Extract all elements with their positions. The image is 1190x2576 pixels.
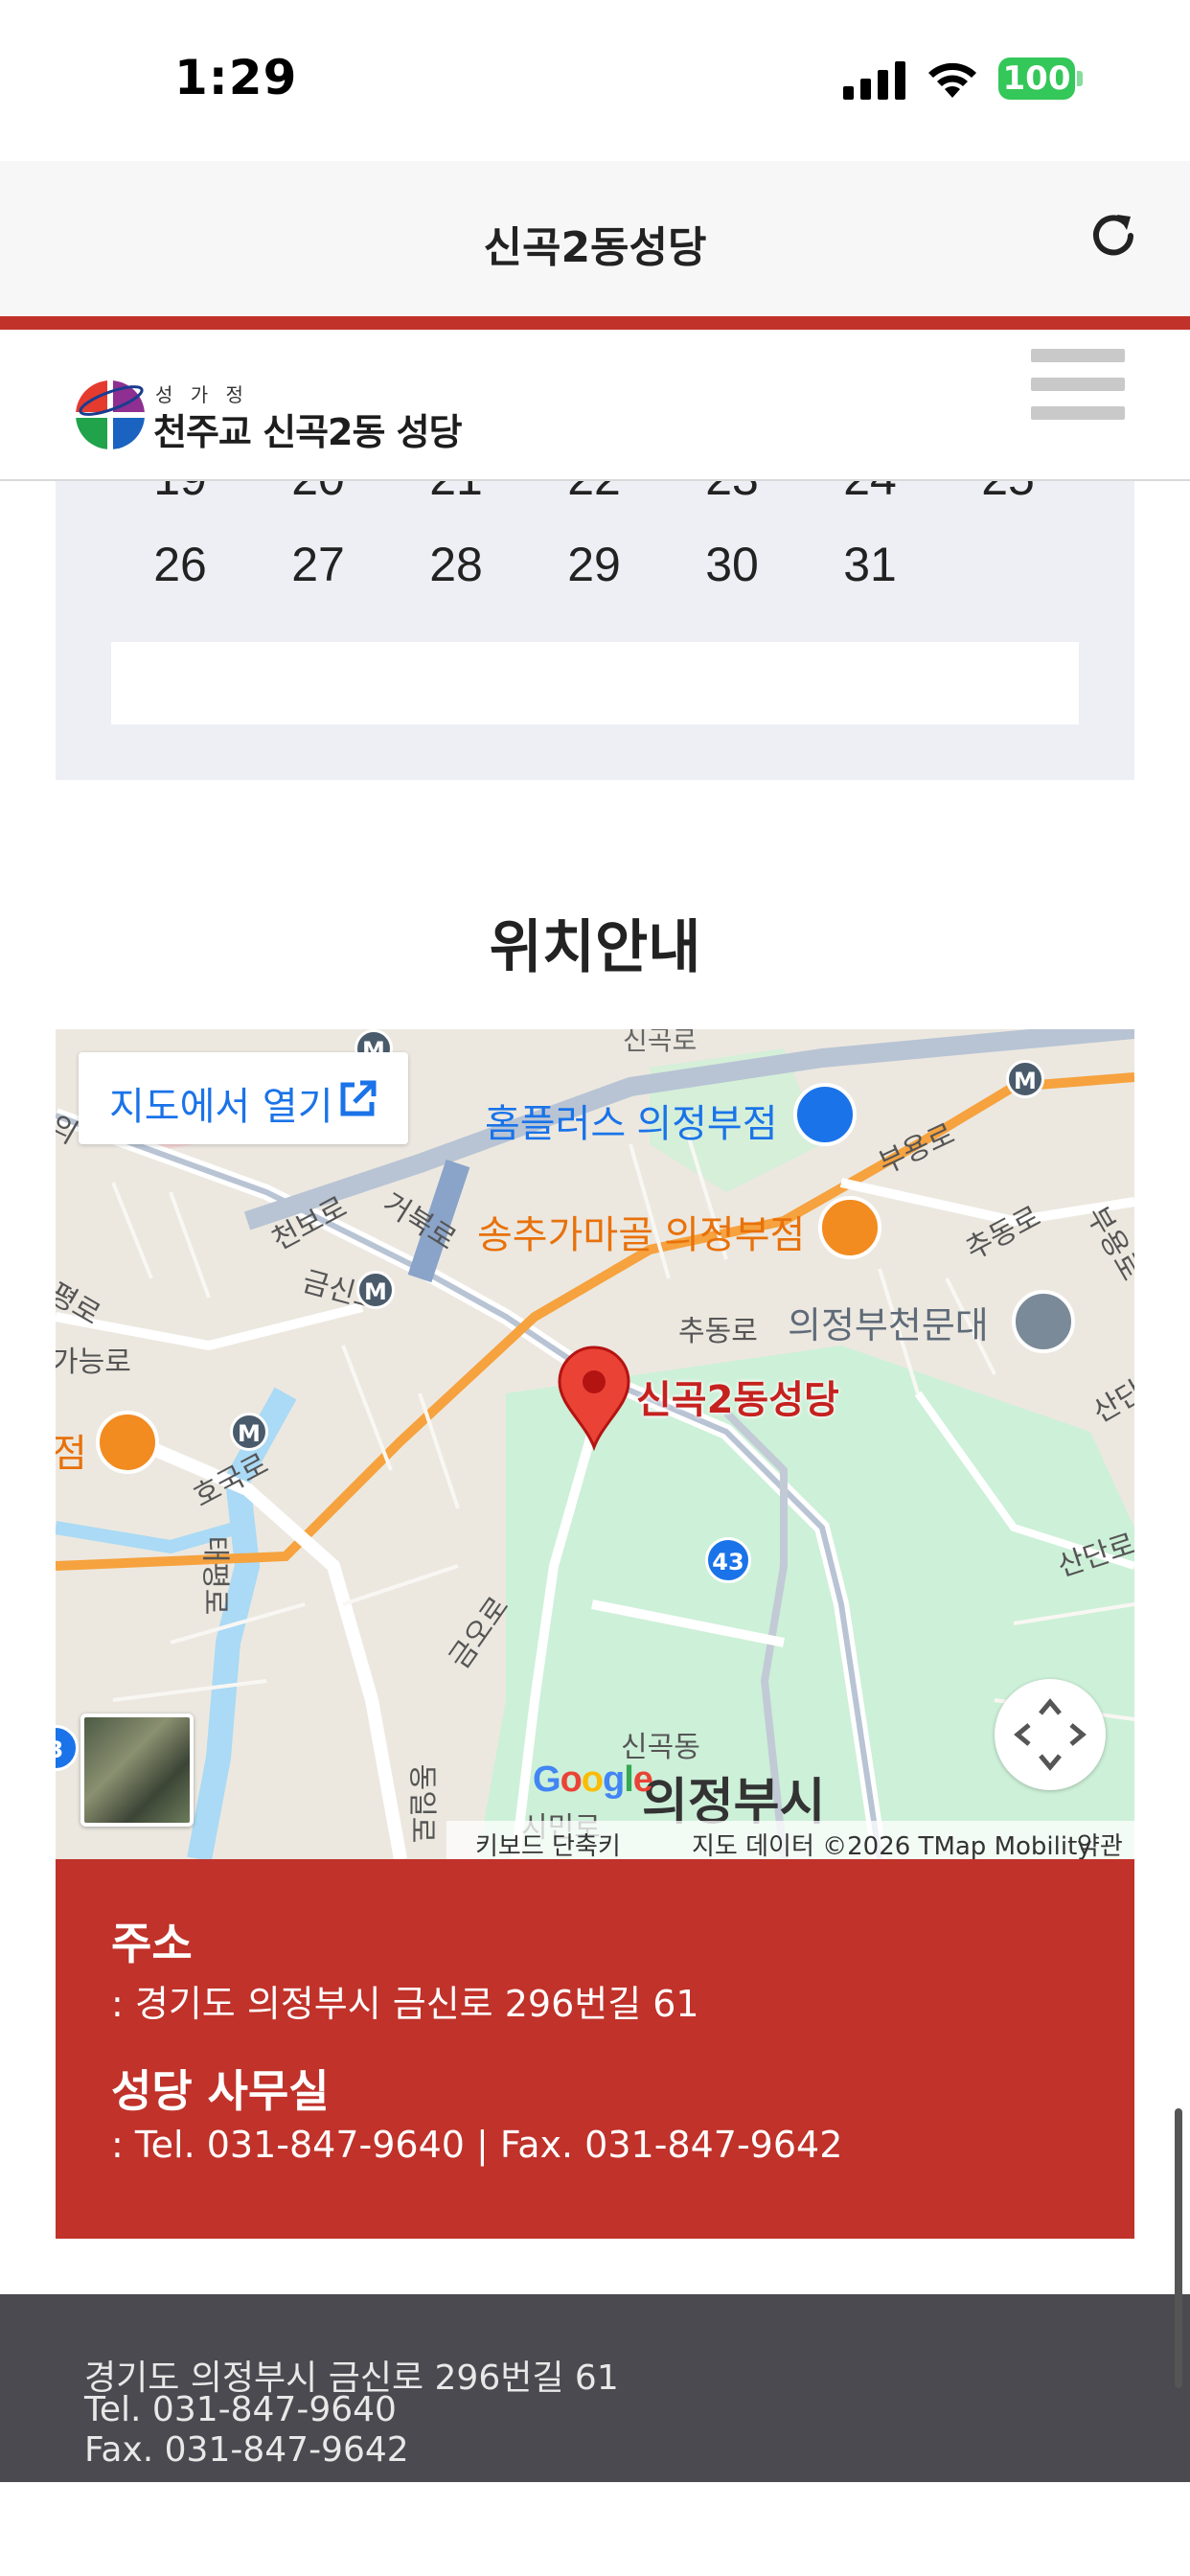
calendar-day[interactable]: 19 [142, 481, 218, 506]
pan-control-icon[interactable] [995, 1679, 1106, 1790]
calendar-day[interactable]: 26 [142, 537, 218, 592]
google-logo: Google [533, 1760, 653, 1800]
poi-label-cheonmundae[interactable]: 의정부천문대 [788, 1296, 989, 1348]
pan-arrows-icon [1014, 1698, 1087, 1771]
calendar-day[interactable]: 30 [694, 537, 770, 592]
reload-icon[interactable] [1087, 209, 1140, 263]
restaurant-icon[interactable] [96, 1411, 159, 1474]
open-map-button[interactable]: 지도에서 열기 [79, 1052, 408, 1144]
keyboard-shortcuts-link[interactable]: 키보드 단축키 [475, 1827, 621, 1859]
section-title: 위치안내 [489, 914, 701, 981]
status-time: 1:29 [174, 50, 298, 105]
site-footer: 경기도 의정부시 금신로 296번길 61 Tel. 031-847-9640 … [0, 2294, 1190, 2482]
street-label: 신곡로 [623, 1029, 698, 1055]
street-label: 태평로 [198, 1535, 231, 1616]
calendar-day[interactable]: 27 [280, 537, 356, 592]
browser-title-bar: 신곡2동성당 [0, 161, 1190, 316]
street-label: 추동로 [678, 1316, 758, 1347]
address-text: : 경기도 의정부시 금신로 296번길 61 [111, 1983, 699, 2025]
header-accent-rule [0, 316, 1190, 330]
calendar: 19 20 21 22 23 24 25 26 27 28 29 30 31 [56, 481, 1134, 780]
restaurant-icon[interactable] [818, 1196, 881, 1259]
terms-link[interactable]: 약관 [1077, 1827, 1123, 1859]
observatory-icon[interactable] [1012, 1290, 1075, 1353]
calendar-row: 26 27 28 29 30 31 [56, 537, 1134, 594]
calendar-row-partial: 19 20 21 22 23 24 25 [56, 481, 1134, 508]
street-label: 동일로 [405, 1763, 438, 1844]
open-map-label: 지도에서 열기 [109, 1085, 333, 1129]
footer-fax: Fax. 031-847-9642 [84, 2430, 409, 2470]
logo-name[interactable]: 천주교 신곡2동 성당 [153, 402, 463, 455]
street-label: 가능로 [56, 1346, 131, 1378]
office-contact-text: : Tel. 031-847-9640 | Fax. 031-847-9642 [111, 2124, 843, 2166]
metro-icon: M [230, 1413, 268, 1451]
calendar-day[interactable]: 20 [280, 481, 356, 506]
page-title: 신곡2동성당 [483, 223, 707, 272]
logo-icon[interactable] [73, 378, 148, 452]
calendar-day[interactable]: 25 [970, 481, 1046, 506]
status-bar: 1:29 100 [0, 0, 1190, 161]
map-data-credit: 지도 데이터 ©2026 TMap Mobility [692, 1832, 1092, 1859]
footer-tel: Tel. 031-847-9640 [84, 2390, 397, 2429]
map-pin-icon[interactable] [556, 1346, 632, 1451]
calendar-day[interactable]: 28 [418, 537, 494, 592]
office-heading: 성당 사무실 [111, 2065, 330, 2117]
poi-label-homeplus[interactable]: 홈플러스 의정부점 [485, 1092, 778, 1148]
calendar-day[interactable]: 24 [832, 481, 908, 506]
metro-icon: M [356, 1271, 395, 1309]
shopping-cart-icon[interactable] [793, 1083, 857, 1146]
pin-label[interactable]: 신곡2동성당 [636, 1368, 839, 1424]
map-attribution-bar: 키보드 단축키 지도 데이터 ©2026 TMap Mobility 약관 [446, 1821, 1134, 1859]
calendar-day[interactable]: 29 [556, 537, 632, 592]
calendar-day[interactable]: 21 [418, 481, 494, 506]
calendar-day[interactable]: 31 [832, 537, 908, 592]
calendar-event-area [111, 642, 1079, 724]
menu-icon[interactable] [1031, 349, 1125, 435]
metro-icon: M [1006, 1060, 1044, 1098]
poi-label-partial: 점 [56, 1433, 87, 1475]
battery-level: 100 [998, 58, 1075, 100]
signal-icon [843, 61, 905, 100]
browser-bottom-area [0, 2482, 1190, 2576]
route-badge: 43 [705, 1537, 751, 1583]
calendar-day[interactable]: 22 [556, 481, 632, 506]
satellite-toggle[interactable] [80, 1714, 194, 1827]
poi-label-songchu[interactable]: 송추가마골 의정부점 [477, 1204, 805, 1259]
scroll-indicator[interactable] [1175, 2108, 1182, 2388]
contact-info-box: 주소 : 경기도 의정부시 금신로 296번길 61 성당 사무실 : Tel.… [56, 1859, 1134, 2239]
site-header: 성 가 정 천주교 신곡2동 성당 [0, 330, 1190, 481]
external-link-icon [340, 1080, 377, 1116]
map[interactable]: 신곡로 천보로 거북로 금신로 추동로 추동로 부용로 부용로 호국로 태평로 … [56, 1029, 1134, 1859]
calendar-day[interactable]: 23 [694, 481, 770, 506]
battery-icon: 100 [998, 58, 1083, 100]
wifi-icon [928, 62, 976, 98]
address-heading: 주소 [111, 1918, 193, 1969]
